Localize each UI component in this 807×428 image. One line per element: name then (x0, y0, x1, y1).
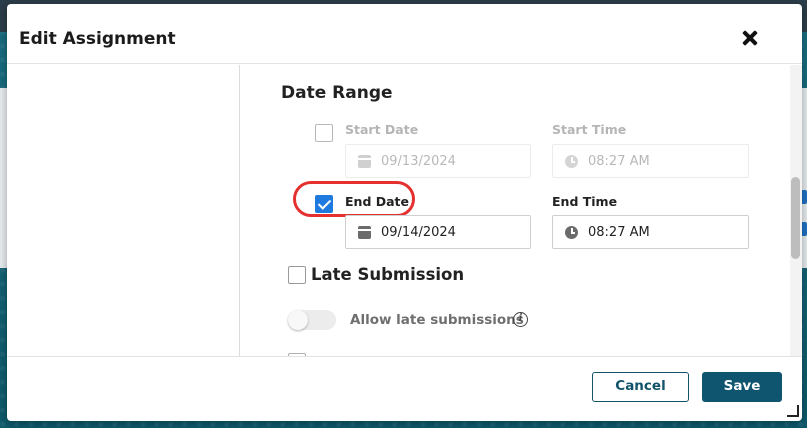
late-submission-checkbox[interactable] (288, 266, 306, 284)
start-date-value: 09/13/2024 (381, 154, 456, 169)
cancel-button[interactable]: Cancel (592, 372, 689, 402)
edit-assignment-modal: Edit Assignment Date Range Start Date St… (7, 4, 802, 421)
clock-icon (565, 155, 578, 168)
end-date-label: End Date (345, 194, 410, 209)
end-time-label: End Time (552, 194, 618, 209)
end-time-input[interactable]: 08:27 AM (552, 215, 749, 249)
allow-late-submissions-label: Allow late submissions (350, 312, 524, 328)
start-date-input[interactable]: 09/13/2024 (345, 144, 531, 178)
clock-icon (565, 226, 578, 239)
modal-content: Date Range Start Date Start Time 09/13/2… (241, 65, 802, 356)
allow-late-submissions-toggle[interactable] (288, 310, 336, 330)
end-date-value: 09/14/2024 (381, 225, 456, 240)
content-scrollbar[interactable] (790, 65, 802, 356)
start-date-checkbox[interactable] (315, 124, 333, 142)
date-range-title: Date Range (281, 83, 393, 103)
modal-left-pane (7, 65, 240, 356)
late-submission-title: Late Submission (311, 265, 465, 284)
close-icon[interactable] (740, 28, 760, 48)
scrollbar-thumb[interactable] (791, 177, 800, 259)
modal-footer: Cancel Save (7, 356, 802, 421)
save-button[interactable]: Save (702, 372, 782, 402)
calendar-icon (358, 155, 371, 168)
start-time-input[interactable]: 08:27 AM (552, 144, 749, 178)
start-date-label: Start Date (345, 122, 419, 137)
modal-title: Edit Assignment (19, 29, 176, 49)
start-time-label: Start Time (552, 122, 627, 137)
end-time-value: 08:27 AM (588, 225, 650, 240)
end-date-input[interactable]: 09/14/2024 (345, 215, 531, 249)
resize-handle-icon[interactable] (787, 405, 799, 417)
end-date-checkbox[interactable] (315, 195, 333, 213)
start-time-value: 08:27 AM (588, 154, 650, 169)
modal-header: Edit Assignment (7, 4, 802, 64)
calendar-icon (358, 226, 371, 239)
info-icon[interactable]: i (513, 312, 528, 327)
